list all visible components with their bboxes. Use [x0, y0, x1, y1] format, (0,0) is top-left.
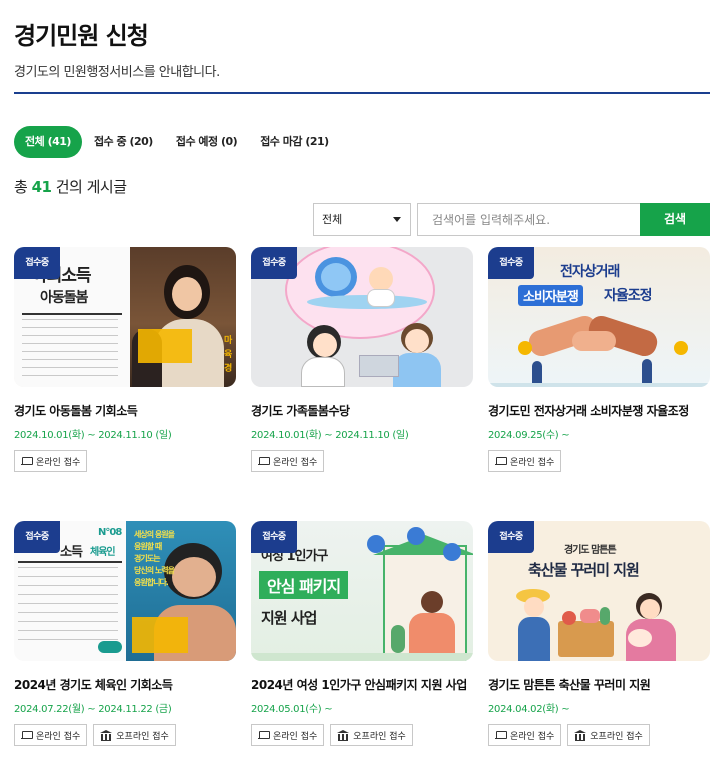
status-badge: 접수중 — [488, 247, 534, 279]
laptop-icon — [21, 731, 33, 739]
card-date: 2024.09.25(수) ~ — [488, 430, 570, 441]
page-title: 경기민원 신청 — [14, 22, 149, 50]
government-building-icon — [574, 730, 587, 741]
card-date: 2024.10.01(화) ~ 2024.11.10 (일) — [251, 430, 409, 441]
service-card[interactable]: 접수중 여성 1인가구 안심 패키지 지원 사업 2024년 여성 1인가구 안… — [251, 521, 473, 746]
status-badge: 접수중 — [251, 247, 297, 279]
thumb-subheadline: 아동돌봄 — [40, 290, 89, 306]
offline-apply-label: 오프라인 접수 — [353, 731, 406, 742]
thumb-highlight: 소비자분쟁 — [518, 285, 583, 306]
government-building-icon — [100, 730, 113, 741]
status-badge: 접수중 — [14, 521, 60, 553]
offline-apply-label: 오프라인 접수 — [590, 731, 643, 742]
thumb-highlight: 안심 패키지 — [259, 571, 349, 599]
online-apply-button[interactable]: 온라인 접수 — [251, 450, 325, 472]
card-thumbnail: 접수중 전자상거래 소비자분쟁 자율조정 — [488, 247, 710, 387]
online-apply-button[interactable]: 온라인 접수 — [14, 450, 88, 472]
online-apply-label: 온라인 접수 — [36, 457, 81, 468]
card-thumbnail: 접수중 — [251, 247, 473, 387]
service-card[interactable]: 접수중 N°08 소득 체육인 세상의 응원을 응원할 때 경기도는 당신의 노… — [14, 521, 236, 746]
select-value: 전체 — [322, 213, 343, 226]
offline-apply-button[interactable]: 오프라인 접수 — [93, 724, 176, 746]
tab-upcoming[interactable]: 접수 예정 (0) — [165, 126, 248, 158]
laptop-icon — [258, 731, 270, 739]
thumb-quote-3: 경기도는 — [134, 554, 160, 563]
thumb-headline: 축산물 꾸러미 지원 — [528, 561, 640, 579]
status-badge: 접수중 — [488, 521, 534, 553]
service-card[interactable]: 접수중 경기도 맘튼튼 축산물 꾸러미 지원 경기도 맘튼튼 축산물 꾸러미 지… — [488, 521, 710, 746]
government-building-icon — [337, 730, 350, 741]
laptop-icon — [495, 457, 507, 465]
count-suffix: 건의 게시글 — [55, 178, 127, 196]
offline-apply-button[interactable]: 오프라인 접수 — [567, 724, 650, 746]
thumb-subheadline: 자율조정 — [604, 288, 653, 304]
status-badge: 접수중 — [251, 521, 297, 553]
online-apply-button[interactable]: 온라인 접수 — [488, 724, 562, 746]
online-apply-button[interactable]: 온라인 접수 — [14, 724, 88, 746]
online-apply-label: 온라인 접수 — [510, 457, 555, 468]
search-button[interactable]: 검색 — [640, 203, 710, 236]
service-card[interactable]: 접수중 전자상거래 소비자분쟁 자율조정 경기도민 전자상거래 소비자분쟁 자율… — [488, 247, 710, 472]
post-count: 총 41 건의 게시글 — [14, 176, 127, 197]
tab-closed[interactable]: 접수 마감 (21) — [249, 126, 340, 158]
tab-all[interactable]: 전체 (41) — [14, 126, 82, 158]
card-title[interactable]: 2024년 여성 1인가구 안심패키지 지원 사업 — [251, 676, 473, 695]
thumb-headline: 소득 — [60, 545, 83, 560]
card-date: 2024.04.02(화) ~ — [488, 704, 570, 715]
title-divider — [14, 92, 710, 94]
laptop-icon — [495, 731, 507, 739]
tab-receiving[interactable]: 접수 중 (20) — [83, 126, 164, 158]
search-input[interactable] — [417, 203, 641, 236]
card-thumbnail: 접수중 아회소득 아동돌봄 마 육 경 — [14, 247, 236, 387]
thumb-number: N°08 — [98, 527, 122, 538]
online-apply-label: 온라인 접수 — [510, 731, 555, 742]
card-title[interactable]: 경기도 가족돌봄수당 — [251, 402, 473, 421]
thumb-side-text-1: 마 — [224, 336, 232, 346]
status-badge: 접수중 — [14, 247, 60, 279]
card-title[interactable]: 경기도민 전자상거래 소비자분쟁 자율조정 — [488, 402, 710, 421]
thumb-quote-2: 응원할 때 — [134, 542, 162, 551]
card-thumbnail: 접수중 경기도 맘튼튼 축산물 꾸러미 지원 — [488, 521, 710, 661]
caret-down-icon — [393, 217, 401, 222]
thumb-quote-1: 세상의 응원을 — [134, 530, 175, 539]
thumb-subheadline: 경기도 맘튼튼 — [564, 545, 617, 556]
card-title[interactable]: 경기도 맘튼튼 축산물 꾸러미 지원 — [488, 676, 710, 695]
online-apply-label: 온라인 접수 — [36, 731, 81, 742]
laptop-icon — [21, 457, 33, 465]
thumb-quote-4: 당신의 노력을 — [134, 566, 175, 575]
thumb-subheadline: 지원 사업 — [261, 609, 317, 627]
card-title[interactable]: 2024년 경기도 체육인 기회소득 — [14, 676, 236, 695]
card-thumbnail: 접수중 N°08 소득 체육인 세상의 응원을 응원할 때 경기도는 당신의 노… — [14, 521, 236, 661]
card-date: 2024.05.01(수) ~ — [251, 704, 333, 715]
status-tabs: 전체 (41) 접수 중 (20) 접수 예정 (0) 접수 마감 (21) — [14, 126, 341, 158]
online-apply-button[interactable]: 온라인 접수 — [251, 724, 325, 746]
count-prefix: 총 — [14, 178, 28, 196]
online-apply-button[interactable]: 온라인 접수 — [488, 450, 562, 472]
online-apply-label: 온라인 접수 — [273, 731, 318, 742]
laptop-icon — [258, 457, 270, 465]
thumb-subheadline: 체육인 — [90, 547, 116, 558]
thumb-side-text-2: 육 — [224, 350, 232, 360]
thumb-quote-5: 응원합니다. — [134, 578, 169, 587]
card-thumbnail: 접수중 여성 1인가구 안심 패키지 지원 사업 — [251, 521, 473, 661]
card-title[interactable]: 경기도 아동돌봄 기회소득 — [14, 402, 236, 421]
search-category-select[interactable]: 전체 — [313, 203, 411, 236]
count-number: 41 — [31, 178, 52, 196]
online-apply-label: 온라인 접수 — [273, 457, 318, 468]
offline-apply-label: 오프라인 접수 — [116, 731, 169, 742]
thumb-headline: 전자상거래 — [560, 264, 620, 280]
card-date: 2024.07.22(월) ~ 2024.11.22 (금) — [14, 704, 172, 715]
page-description: 경기도의 민원행정서비스를 안내합니다. — [14, 65, 220, 80]
service-card[interactable]: 접수중 아회소득 아동돌봄 마 육 경 경기도 아동돌봄 기회소득 2024.1… — [14, 247, 236, 472]
offline-apply-button[interactable]: 오프라인 접수 — [330, 724, 413, 746]
card-date: 2024.10.01(화) ~ 2024.11.10 (일) — [14, 430, 172, 441]
thumb-side-text-3: 경 — [224, 364, 232, 374]
service-card[interactable]: 접수중 경기도 가족돌봄수당 2024.10.01(화) ~ 2024.11.1… — [251, 247, 473, 472]
